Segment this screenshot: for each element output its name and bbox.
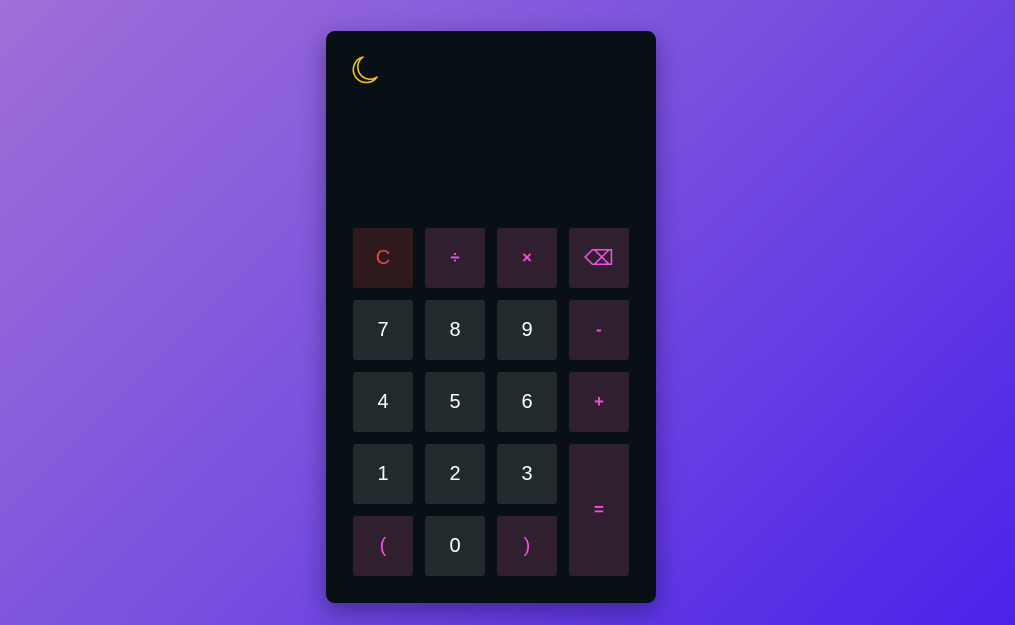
digit-6-button[interactable]: 6 [497,372,557,432]
add-button[interactable]: + [569,372,629,432]
clear-button[interactable]: C [353,228,413,288]
digit-5-button[interactable]: 5 [425,372,485,432]
divide-button[interactable]: ÷ [425,228,485,288]
close-paren-button[interactable]: ) [497,516,557,576]
digit-3-button[interactable]: 3 [497,444,557,504]
digit-9-button[interactable]: 9 [497,300,557,360]
digit-4-button[interactable]: 4 [353,372,413,432]
digit-0-button[interactable]: 0 [425,516,485,576]
calculator: C ÷ × ⌫ 7 8 9 - 4 5 6 + 1 2 3 = ( 0 ) [326,31,656,603]
multiply-button[interactable]: × [497,228,557,288]
digit-7-button[interactable]: 7 [353,300,413,360]
theme-toggle-button[interactable] [348,54,382,88]
calculator-display [353,101,629,221]
equals-button[interactable]: = [569,444,629,576]
digit-8-button[interactable]: 8 [425,300,485,360]
open-paren-button[interactable]: ( [353,516,413,576]
subtract-button[interactable]: - [569,300,629,360]
moon-icon [352,56,378,84]
backspace-button[interactable]: ⌫ [569,228,629,288]
digit-2-button[interactable]: 2 [425,444,485,504]
digit-1-button[interactable]: 1 [353,444,413,504]
keypad: C ÷ × ⌫ 7 8 9 - 4 5 6 + 1 2 3 = ( 0 ) [353,228,629,576]
